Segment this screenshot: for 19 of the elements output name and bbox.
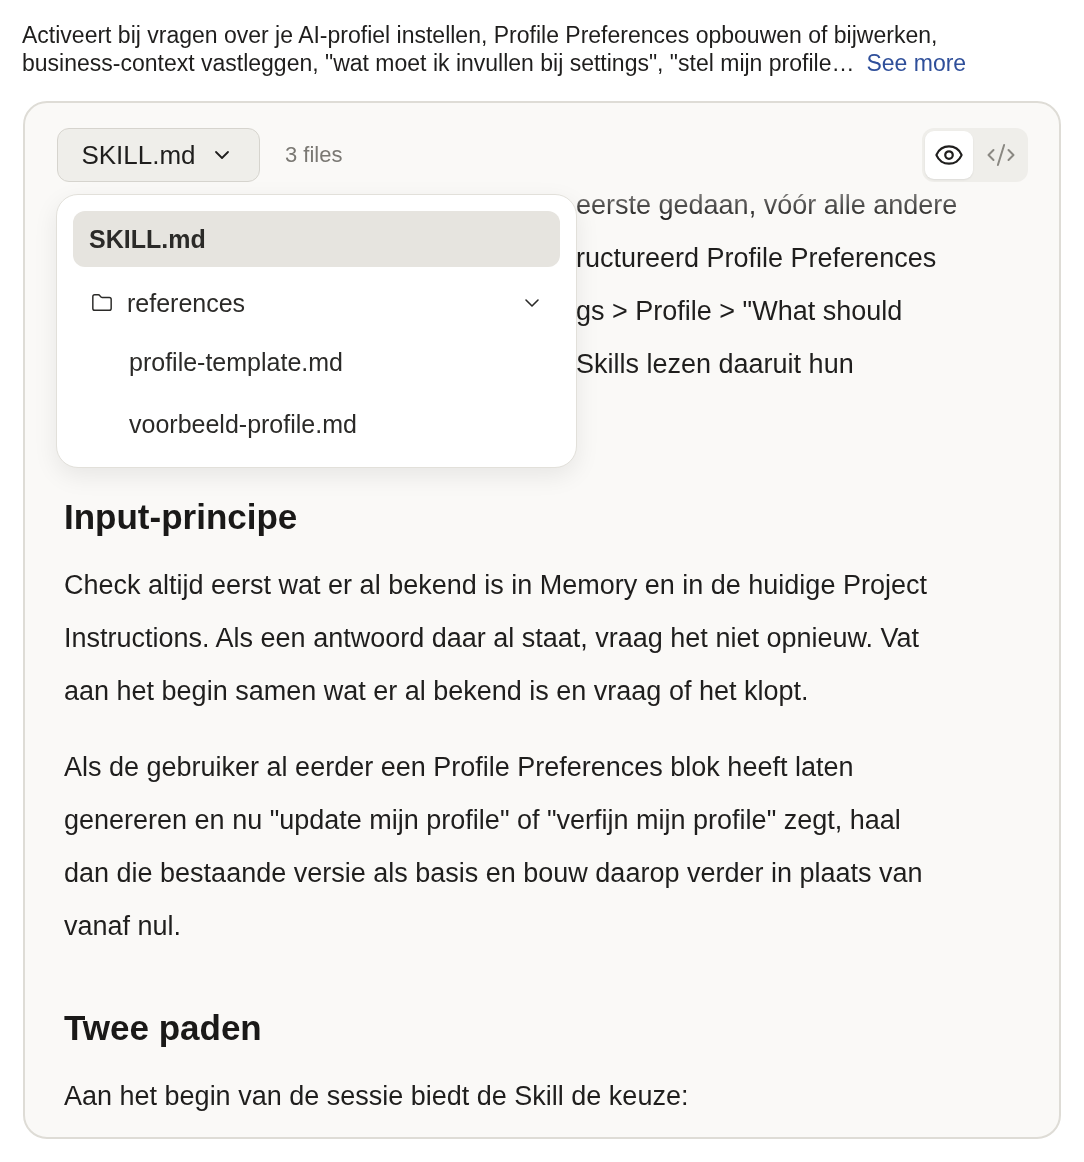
file-select-button[interactable]: SKILL.md	[57, 128, 260, 182]
section-heading: Twee paden	[64, 1007, 262, 1049]
body-paragraph: Check altijd eerst wat er al bekend is in Memory en in de huidige Project Instructions. Als een antwoord daar al staat, vraag het niet opnieuw. Vat aan het begin samen wat er al bekend is en vraag of het klopt.	[64, 569, 928, 708]
body-text-line: Skills lezen daaruit hun	[576, 348, 855, 381]
description-text: Activeert bij vragen over je AI-profiel instellen, Profile Preferences opbouwen of bijwerken, business-context vastleggen, "wat moet ik invullen bij settings", "stel mijn profile… See more	[22, 21, 968, 77]
file-menu-item[interactable]: profile-template.md	[73, 331, 560, 393]
body-paragraph: Als de gebruiker al eerder een Profile Preferences blok heeft laten genereren en nu "update mijn profile" of "verfijn mijn profile" zegt, haal dan die bestaande versie als basis en bouw daarop verder in plaats van vanaf nul.	[64, 751, 924, 943]
file-menu-item[interactable]: voorbeeld-profile.md	[73, 393, 560, 455]
file-count-text: 3 files	[285, 142, 343, 168]
body-text-line: gs > Profile > "What should	[576, 295, 904, 328]
folder-menu-item[interactable]: references	[73, 275, 560, 331]
body-text-line: eerste gedaan, vóór alle andere	[576, 189, 958, 222]
section-heading: Input-principe	[64, 496, 298, 538]
body-paragraph: Aan het begin van de sessie biedt de Skill de keuze:	[64, 1080, 690, 1113]
see-more-link[interactable]: See more	[866, 50, 967, 76]
body-text-line: ructureerd Profile Preferences	[576, 242, 938, 275]
file-menu-item[interactable]: SKILL.md	[73, 211, 560, 267]
preview-button[interactable]	[925, 131, 973, 179]
folder-icon	[91, 292, 113, 314]
